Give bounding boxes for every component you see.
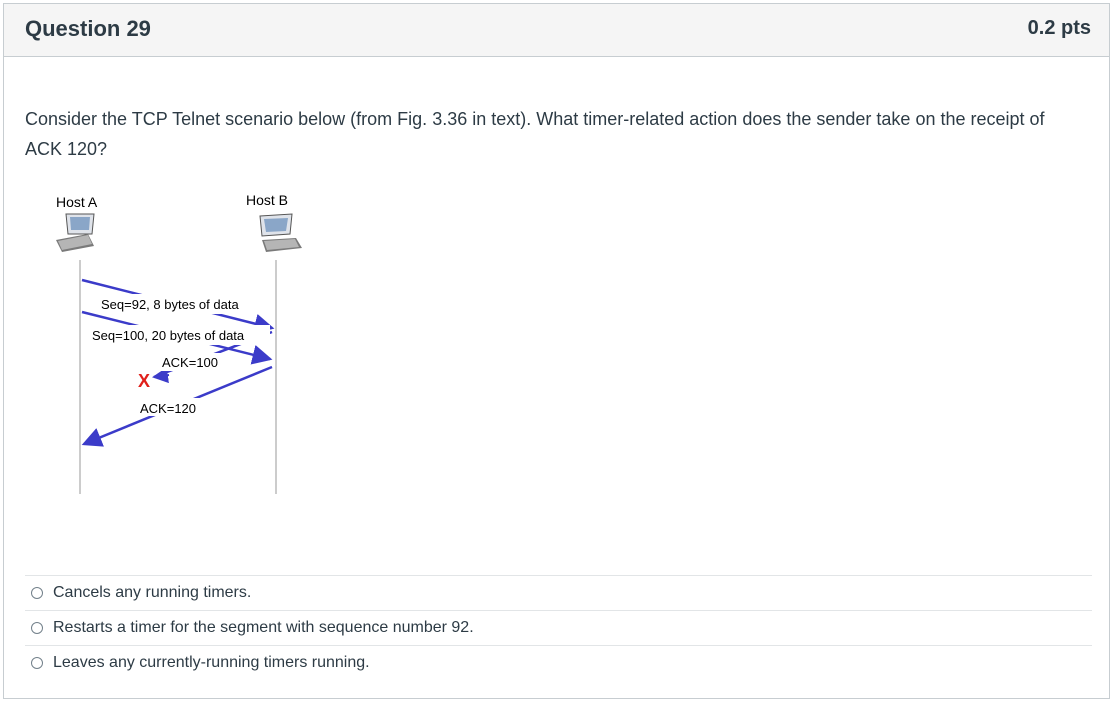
computer-icon-host-b xyxy=(259,213,302,252)
host-a-label: Host A xyxy=(56,194,98,210)
loss-x-icon: X xyxy=(138,371,150,391)
question-points: 0.2 pts xyxy=(1027,17,1091,39)
seg1-label: Seq=92, 8 bytes of data xyxy=(101,297,239,312)
answer-list: Cancels any running timers. Restarts a t… xyxy=(25,575,1092,680)
answer-option[interactable]: Cancels any running timers. xyxy=(25,575,1092,610)
question-card: Question 29 0.2 pts Consider the TCP Tel… xyxy=(3,3,1110,699)
ack2-label: ACK=120 xyxy=(140,401,196,416)
radio-button[interactable] xyxy=(31,587,43,599)
question-prompt: Consider the TCP Telnet scenario below (… xyxy=(25,109,1045,159)
ack1-label: ACK=100 xyxy=(162,355,218,370)
answer-option[interactable]: Restarts a timer for the segment with se… xyxy=(25,610,1092,645)
radio-button[interactable] xyxy=(31,657,43,669)
question-header: Question 29 0.2 pts xyxy=(4,4,1109,57)
tcp-diagram: Host A Host B Seq=92, 8 bytes of data Se… xyxy=(44,184,324,504)
seg2-label: Seq=100, 20 bytes of data xyxy=(92,328,245,343)
host-b-label: Host B xyxy=(246,192,288,208)
computer-icon-host-a xyxy=(56,213,95,252)
tcp-diagram-svg: Host A Host B Seq=92, 8 bytes of data Se… xyxy=(56,192,302,494)
answer-label: Cancels any running timers. xyxy=(53,584,252,601)
radio-button[interactable] xyxy=(31,622,43,634)
answer-option[interactable]: Leaves any currently-running timers runn… xyxy=(25,645,1092,680)
answer-label: Restarts a timer for the segment with se… xyxy=(53,619,474,636)
answer-label: Leaves any currently-running timers runn… xyxy=(53,654,370,671)
question-title: Question 29 xyxy=(25,16,151,41)
